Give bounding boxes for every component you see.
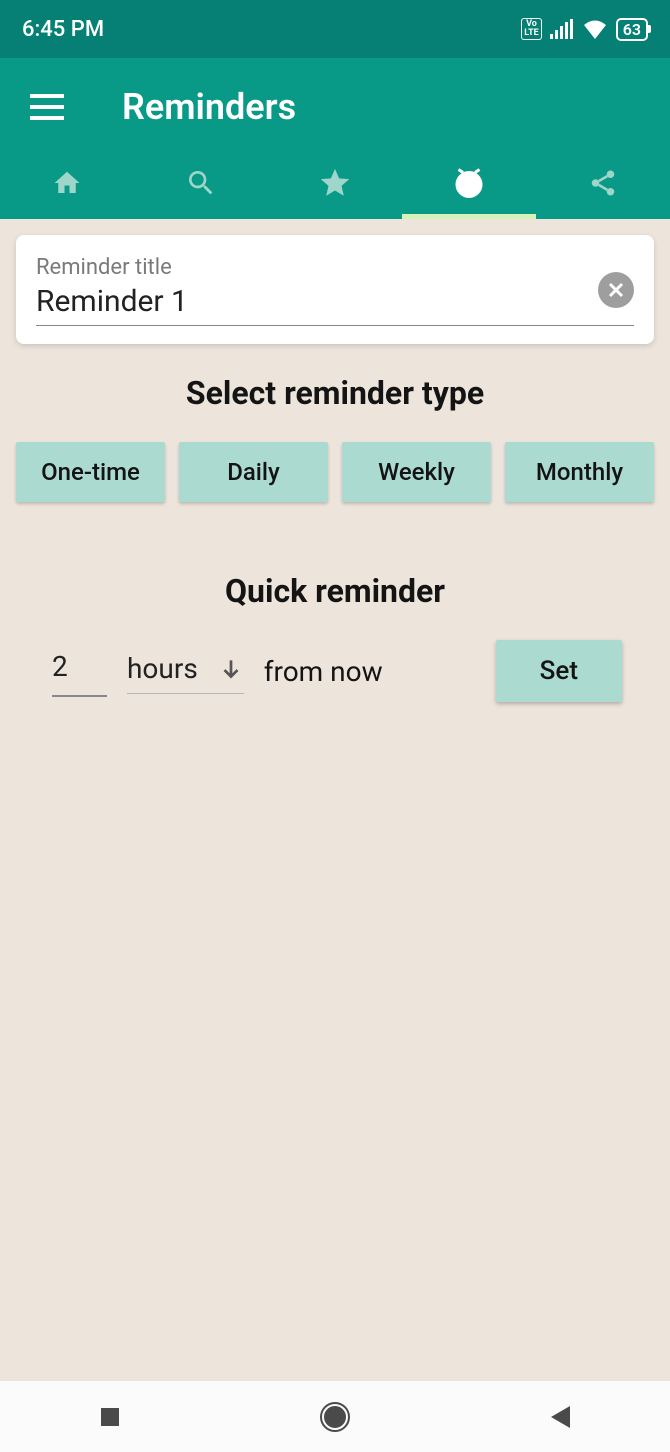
title-card: Reminder title Reminder 1 — [16, 235, 654, 344]
type-weekly-button[interactable]: Weekly — [342, 442, 491, 502]
recent-apps-button[interactable] — [98, 1405, 122, 1429]
status-time: 6:45 PM — [22, 17, 104, 42]
home-button[interactable] — [318, 1400, 352, 1434]
type-heading: Select reminder type — [16, 374, 654, 412]
search-icon — [185, 167, 217, 199]
status-icons: VoLTE 63 — [521, 18, 648, 41]
quick-row: 2 hours from now Set — [16, 640, 654, 702]
title-label: Reminder title — [36, 255, 634, 280]
type-row: One-time Daily Weekly Monthly — [16, 442, 654, 502]
share-icon — [588, 167, 618, 199]
back-button[interactable] — [548, 1404, 572, 1430]
tab-search[interactable] — [134, 146, 268, 219]
star-icon — [318, 166, 352, 200]
set-button[interactable]: Set — [496, 640, 622, 702]
tab-favorites[interactable] — [268, 146, 402, 219]
type-onetime-button[interactable]: One-time — [16, 442, 165, 502]
page-title: Reminders — [122, 86, 296, 128]
wifi-icon — [582, 19, 608, 39]
tab-share[interactable] — [536, 146, 670, 219]
unit-select[interactable]: hours — [127, 648, 244, 694]
clear-button[interactable] — [598, 272, 634, 308]
home-icon — [50, 168, 84, 198]
battery-icon: 63 — [616, 18, 648, 41]
unit-label: hours — [127, 652, 198, 685]
menu-icon[interactable] — [30, 94, 64, 120]
type-monthly-button[interactable]: Monthly — [505, 442, 654, 502]
tab-home[interactable] — [0, 146, 134, 219]
status-bar: 6:45 PM VoLTE 63 — [0, 0, 670, 58]
volte-icon: VoLTE — [521, 18, 542, 40]
content-area: Reminder title Reminder 1 Select reminde… — [0, 219, 670, 718]
close-icon — [606, 280, 626, 300]
from-now-label: from now — [264, 655, 383, 688]
tab-bar — [0, 146, 670, 219]
title-input[interactable]: Reminder 1 — [36, 284, 634, 326]
quick-heading: Quick reminder — [16, 572, 654, 610]
alarm-icon — [451, 165, 487, 201]
system-nav-bar — [0, 1380, 670, 1452]
type-daily-button[interactable]: Daily — [179, 442, 328, 502]
arrow-down-icon — [218, 656, 244, 682]
quantity-input[interactable]: 2 — [52, 646, 107, 697]
app-bar: Reminders — [0, 58, 670, 146]
tab-alarm[interactable] — [402, 146, 536, 219]
signal-icon — [550, 19, 574, 39]
